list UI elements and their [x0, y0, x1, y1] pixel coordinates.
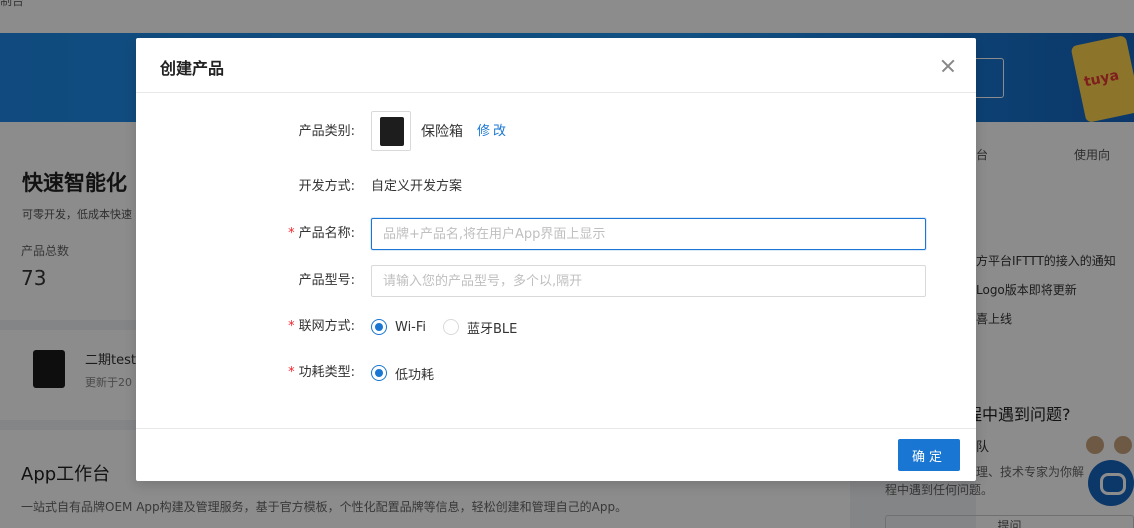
dev-method-value: 自定义开发方案 — [371, 179, 463, 194]
required-mark: * — [288, 365, 295, 380]
required-mark: * — [288, 319, 295, 334]
power-label: * 功耗类型: — [288, 357, 355, 389]
network-row: * 联网方式: Wi-Fi 蓝牙BLE — [136, 311, 976, 343]
safe-box-icon — [371, 111, 411, 151]
product-name-label: * 产品名称: — [288, 218, 355, 250]
dev-method-row: 开发方式: 自定义开发方案 — [136, 171, 976, 203]
radio-unchecked-icon[interactable] — [443, 319, 459, 335]
dialog-footer: 确定 — [136, 428, 976, 481]
radio-low-power-label: 低功耗 — [395, 367, 435, 383]
power-row: * 功耗类型: 低功耗 — [136, 357, 976, 389]
dev-method-label: 开发方式: — [298, 179, 355, 194]
radio-wifi-label: Wi-Fi — [395, 319, 427, 335]
dialog-header: 创建产品 — [136, 38, 976, 93]
radio-checked-icon[interactable] — [371, 365, 387, 381]
edit-category-link[interactable]: 修改 — [477, 116, 509, 148]
product-model-label: 产品型号: — [298, 273, 355, 288]
product-name-input[interactable] — [371, 218, 926, 250]
radio-checked-icon[interactable] — [371, 319, 387, 335]
required-mark: * — [288, 226, 295, 241]
dialog-title: 创建产品 — [160, 59, 225, 78]
category-row: 产品类别: 保险箱 修改 — [136, 111, 976, 151]
radio-low-power[interactable]: 低功耗 — [371, 357, 434, 389]
radio-wifi[interactable]: Wi-Fi — [371, 311, 426, 343]
radio-ble[interactable]: 蓝牙BLE — [443, 311, 517, 343]
network-label-text: 联网方式: — [298, 319, 355, 334]
radio-ble-label: 蓝牙BLE — [467, 321, 518, 337]
category-value: 保险箱 — [421, 124, 463, 140]
network-label: * 联网方式: — [288, 311, 355, 343]
close-icon[interactable] — [936, 54, 960, 78]
product-name-label-text: 产品名称: — [298, 226, 355, 241]
product-model-input[interactable] — [371, 265, 926, 297]
product-model-row: 产品型号: — [136, 265, 976, 297]
product-name-row: * 产品名称: — [136, 218, 976, 250]
power-label-text: 功耗类型: — [298, 365, 355, 380]
create-product-dialog: 创建产品 产品类别: 保险箱 修改 开发方式: 自定义开发方案 *产品名称: 产… — [136, 38, 976, 481]
confirm-button[interactable]: 确定 — [898, 439, 960, 471]
category-label: 产品类别: — [298, 124, 355, 139]
